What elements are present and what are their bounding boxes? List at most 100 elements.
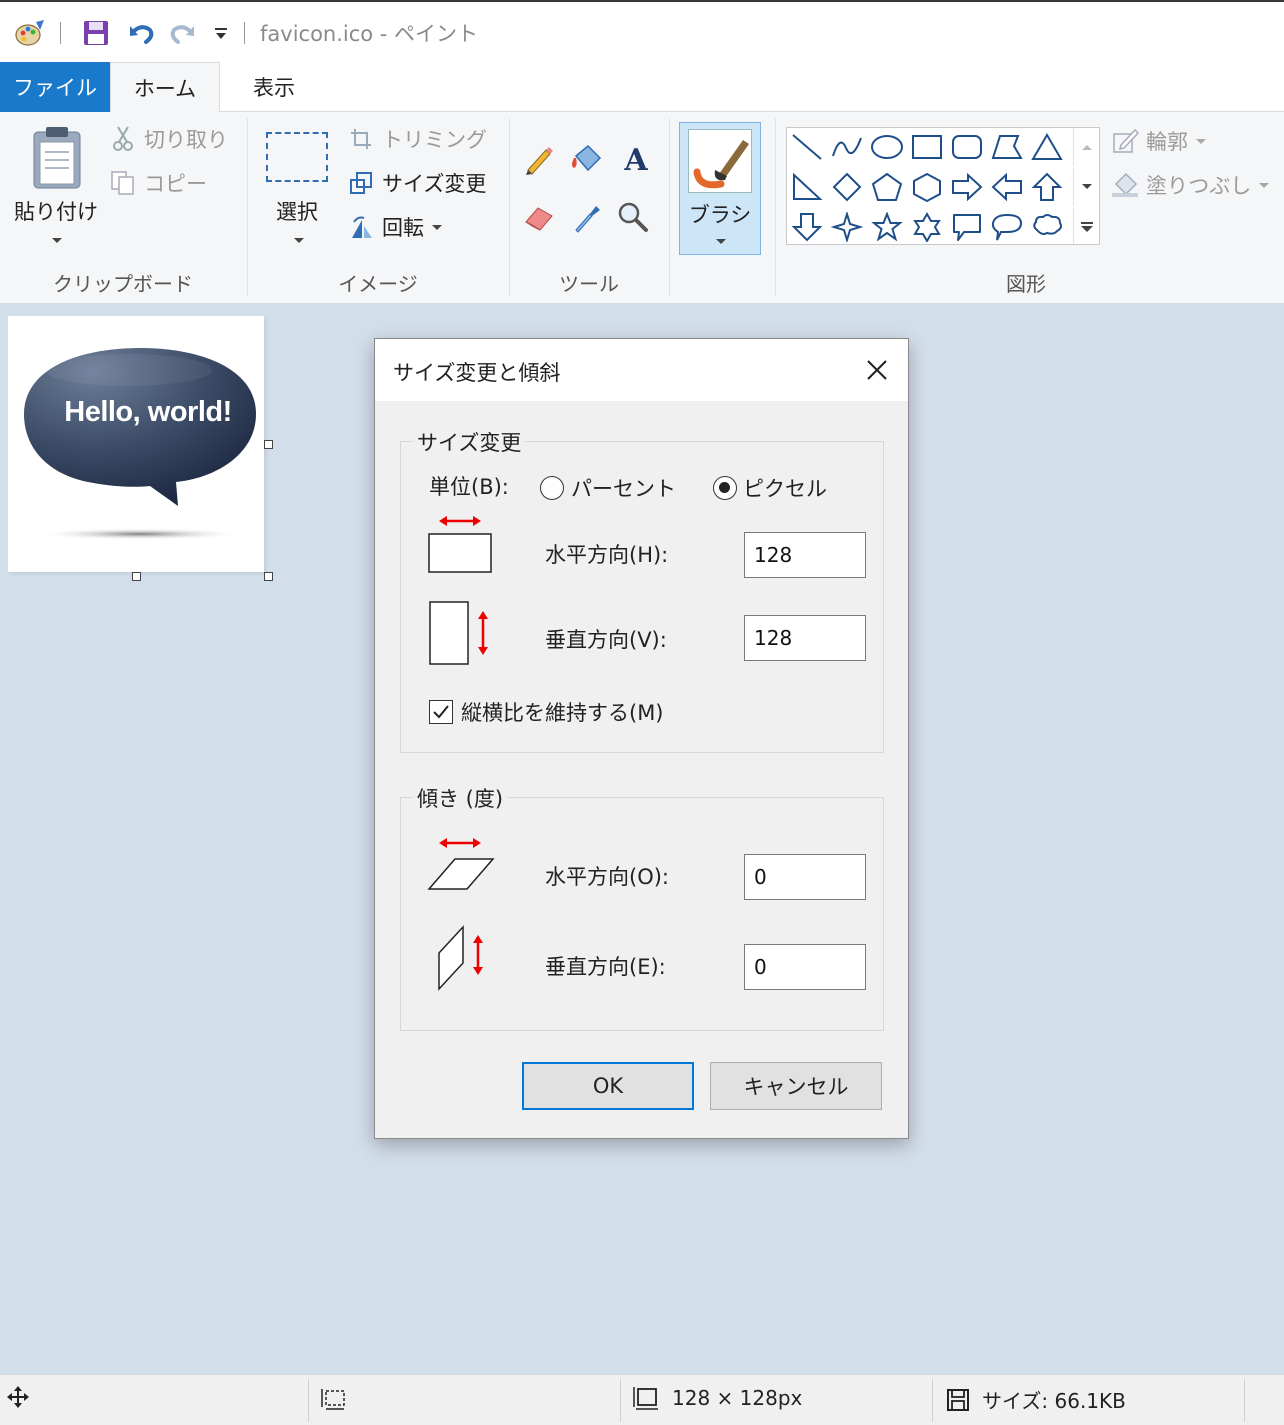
polygon-shape-icon[interactable] [987, 128, 1027, 166]
clipboard-group-label: クリップボード [53, 272, 193, 296]
file-size-text: サイズ: 66.1KB [982, 1389, 1126, 1413]
resize-vertical-input[interactable]: 128 [744, 615, 866, 661]
image-dimensions-text: 128 × 128px [672, 1386, 803, 1410]
keep-aspect-checkbox[interactable] [429, 700, 453, 724]
close-icon[interactable] [859, 353, 895, 387]
pencil-icon[interactable] [522, 142, 558, 178]
fill-dropdown-icon[interactable] [1259, 182, 1270, 188]
dialog-title-bar: サイズ変更と傾斜 [375, 339, 908, 401]
canvas-resize-handle-corner[interactable] [264, 572, 273, 581]
copy-button[interactable]: コピー [108, 168, 207, 198]
text-tool-icon[interactable]: A [618, 142, 654, 178]
brush-button[interactable]: ブラシ [679, 122, 761, 255]
fill-button[interactable]: 塗りつぶし [1110, 170, 1270, 200]
redo-icon[interactable] [164, 16, 200, 50]
crop-button[interactable]: トリミング [346, 124, 487, 154]
six-point-star-shape-icon[interactable] [907, 208, 947, 246]
paint-app-icon[interactable] [10, 16, 50, 50]
horizontal-resize-icon [428, 516, 492, 573]
color-picker-icon[interactable] [570, 200, 606, 236]
resize-button[interactable]: サイズ変更 [346, 168, 486, 198]
pentagon-shape-icon[interactable] [867, 168, 907, 206]
paste-button[interactable] [30, 124, 84, 190]
save-icon[interactable] [78, 16, 114, 50]
shapes-expand-icon[interactable] [1073, 208, 1099, 246]
up-arrow-shape-icon[interactable] [1027, 168, 1067, 206]
right-triangle-shape-icon[interactable] [787, 168, 827, 206]
resize-icon [346, 168, 376, 198]
undo-icon[interactable] [124, 16, 160, 50]
fill-bucket-icon[interactable] [568, 142, 608, 178]
resize-legend: サイズ変更 [413, 427, 526, 457]
percent-option-label[interactable]: パーセント [571, 473, 676, 503]
image-group-label: イメージ [338, 272, 418, 296]
cut-label: 切り取り [144, 128, 228, 152]
oval-shape-icon[interactable] [867, 128, 907, 166]
keep-aspect-label[interactable]: 縦横比を維持する(M) [461, 697, 664, 727]
pixel-option-label[interactable]: ピクセル [743, 473, 827, 503]
customize-quick-access-icon[interactable] [206, 16, 236, 50]
shapes-scroll-down-icon[interactable] [1073, 168, 1099, 206]
canvas-resize-handle-right[interactable] [264, 440, 273, 449]
line-shape-icon[interactable] [787, 128, 827, 166]
crop-label: トリミング [382, 128, 487, 152]
cursor-position [6, 1385, 42, 1409]
outline-dropdown-icon[interactable] [1196, 138, 1206, 144]
rectangular-callout-shape-icon[interactable] [947, 208, 987, 246]
four-point-star-shape-icon[interactable] [827, 208, 867, 246]
vertical-skew-icon [438, 925, 483, 991]
rectangle-shape-icon[interactable] [907, 128, 947, 166]
image-size-icon [632, 1385, 660, 1411]
rounded-rectangle-shape-icon[interactable] [947, 128, 987, 166]
magnifier-icon[interactable] [616, 200, 652, 236]
tab-file[interactable]: ファイル [0, 62, 110, 112]
status-separator [1244, 1379, 1245, 1422]
resize-horizontal-input[interactable]: 128 [744, 532, 866, 578]
down-arrow-shape-icon[interactable] [787, 208, 827, 246]
vertical-resize-icon [429, 601, 488, 665]
fill-label: 塗りつぶし [1146, 174, 1252, 198]
scissors-icon [108, 124, 138, 154]
status-separator [620, 1379, 621, 1422]
percent-radio[interactable] [540, 476, 564, 500]
tab-view[interactable]: 表示 [222, 62, 326, 112]
paste-dropdown-icon[interactable] [52, 238, 62, 243]
resize-skew-dialog: サイズ変更と傾斜 サイズ変更 単位(B): パーセント ピクセル 水平方向(H)… [374, 338, 909, 1139]
skew-legend: 傾き (度) [413, 783, 508, 813]
copy-icon [108, 168, 138, 198]
canvas-resize-handle-bottom[interactable] [132, 572, 141, 581]
cancel-button[interactable]: キャンセル [710, 1062, 882, 1110]
crop-icon [346, 124, 376, 154]
ok-button[interactable]: OK [522, 1062, 694, 1110]
right-arrow-shape-icon[interactable] [947, 168, 987, 206]
tab-home[interactable]: ホーム [110, 62, 220, 113]
triangle-shape-icon[interactable] [1027, 128, 1067, 166]
skew-vertical-input[interactable]: 0 [744, 944, 866, 990]
brush-dropdown-icon [716, 239, 726, 244]
skew-horizontal-input[interactable]: 0 [744, 854, 866, 900]
shapes-scroll-up-icon[interactable] [1073, 128, 1099, 166]
cut-button[interactable]: 切り取り [108, 124, 228, 154]
outline-button[interactable]: 輪郭 [1110, 126, 1206, 156]
select-button[interactable]: 選択 [258, 196, 336, 226]
diamond-shape-icon[interactable] [827, 168, 867, 206]
fill-bucket-icon [1110, 170, 1140, 200]
paste-label[interactable]: 貼り付け [10, 196, 102, 226]
rotate-button[interactable]: 回転 [346, 212, 442, 242]
pixel-radio[interactable] [713, 476, 737, 500]
title-bar: favicon.ico - ペイント [0, 0, 1284, 62]
ribbon-tab-bar: ファイル ホーム 表示 [0, 62, 1284, 113]
curve-shape-icon[interactable] [827, 128, 867, 166]
hexagon-shape-icon[interactable] [907, 168, 947, 206]
rotate-dropdown-icon[interactable] [432, 224, 442, 230]
cloud-callout-shape-icon[interactable] [1027, 208, 1067, 246]
shapes-group-label: 図形 [1006, 272, 1046, 296]
left-arrow-shape-icon[interactable] [987, 168, 1027, 206]
select-dropdown-icon[interactable] [294, 238, 304, 243]
outline-pencil-icon [1110, 126, 1140, 156]
five-point-star-shape-icon[interactable] [867, 208, 907, 246]
oval-callout-shape-icon[interactable] [987, 208, 1027, 246]
select-icon[interactable] [266, 132, 328, 182]
drawing-canvas[interactable]: Hello, world! [8, 316, 264, 572]
eraser-icon[interactable] [522, 200, 558, 236]
